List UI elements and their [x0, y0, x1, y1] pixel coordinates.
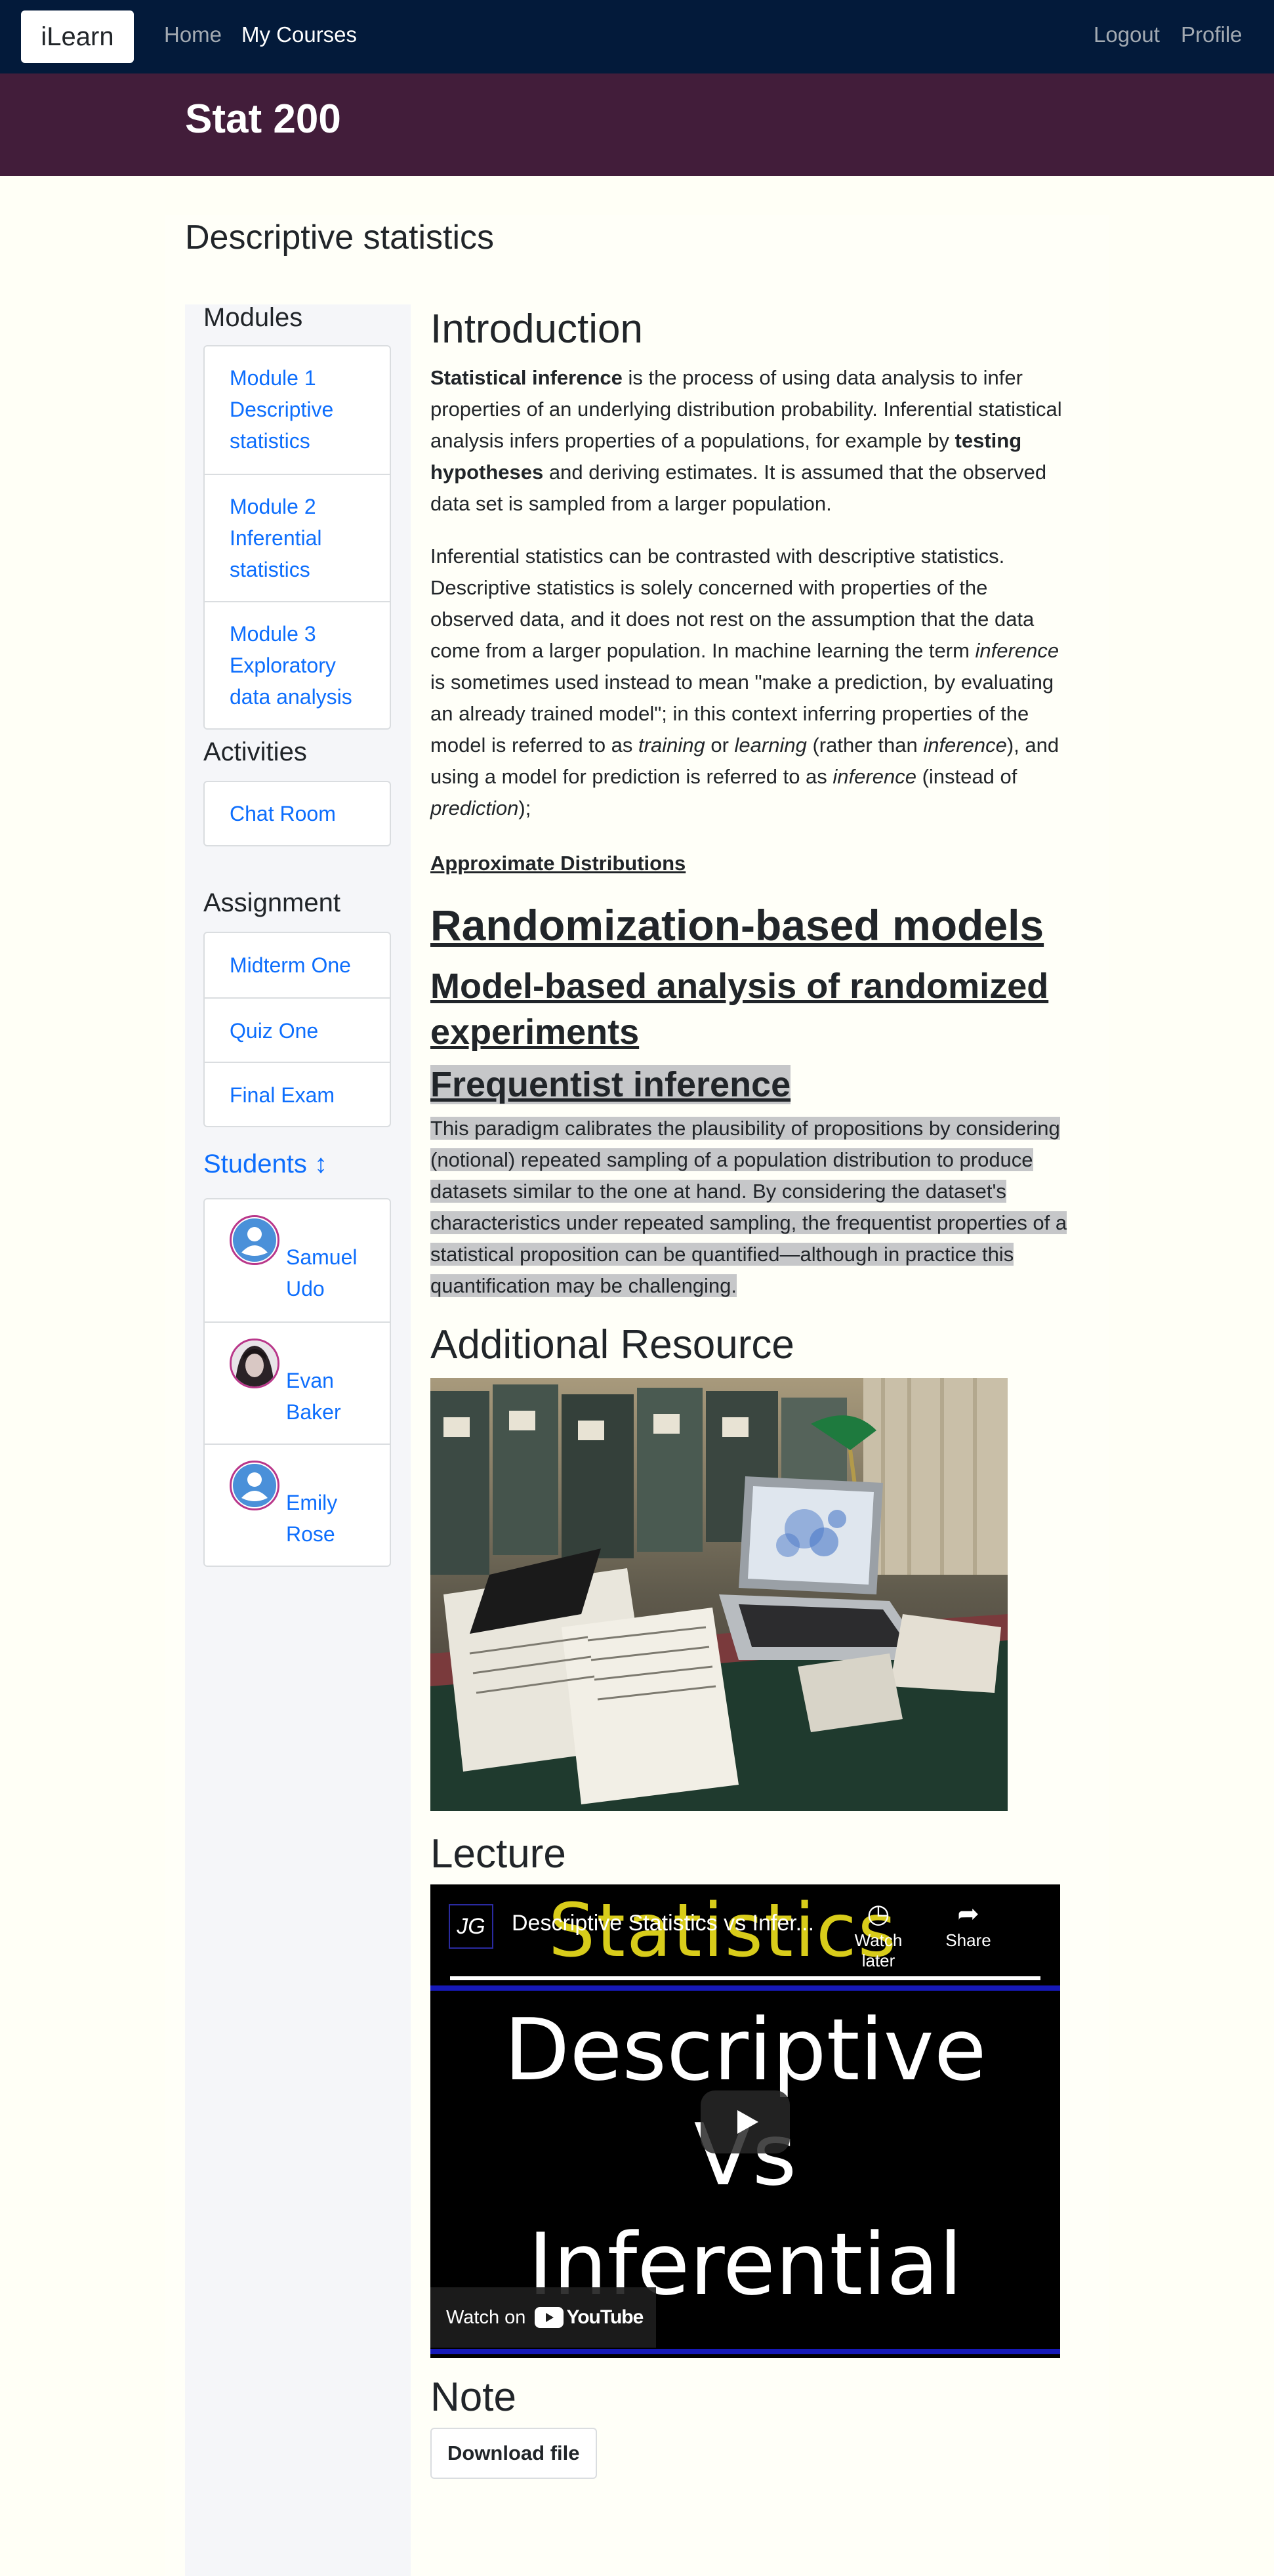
nav-home-link[interactable]: Home	[164, 22, 222, 47]
model-based-link[interactable]: Model-based analysis of randomized exper…	[430, 963, 1073, 1055]
italic-term: training	[638, 734, 705, 757]
students-toggle[interactable]: Students ↕	[203, 1150, 327, 1179]
italic-term: prediction	[430, 797, 519, 820]
lecture-video[interactable]: Statistics JG Descriptive Statistics vs …	[430, 1884, 1060, 2358]
sidebar-item-quiz-one[interactable]: Quiz One	[205, 997, 390, 1062]
share-icon: ➦	[957, 1900, 979, 1928]
share-button[interactable]: ➦ Share	[942, 1898, 995, 1951]
brand-logo[interactable]: iLearn	[21, 10, 134, 63]
sidebar-item-chat-room[interactable]: Chat Room	[205, 782, 390, 845]
student-name: Emily Rose	[286, 1487, 378, 1550]
top-navbar: iLearn Home My Courses Logout Profile	[0, 0, 1274, 73]
student-last-name: Udo	[286, 1277, 325, 1300]
frequentist-link[interactable]: Frequentist inference	[430, 1065, 791, 1104]
intro-paragraph-1: Statistical inference is the process of …	[430, 362, 1073, 520]
nav-my-courses-link[interactable]: My Courses	[241, 22, 357, 47]
page-title: Descriptive statistics	[185, 218, 494, 257]
intro-paragraph-2: Inferential statistics can be contrasted…	[430, 541, 1073, 824]
assignment-heading: Assignment	[203, 888, 340, 917]
student-name: Evan Baker	[286, 1365, 378, 1428]
activities-list: Chat Room	[203, 781, 391, 846]
module-2-line3: statistics	[230, 558, 310, 581]
user-icon	[230, 1215, 279, 1265]
download-file-button[interactable]: Download file	[430, 2428, 597, 2479]
modules-list: Module 1 Descriptive statistics Module 2…	[203, 345, 391, 730]
student-name: Samuel Udo	[286, 1241, 378, 1304]
play-button[interactable]	[701, 2090, 790, 2153]
highlighted-text: This paradigm calibrates the plausibilit…	[430, 1117, 1067, 1297]
student-item[interactable]: Evan Baker	[205, 1321, 390, 1444]
course-title: Stat 200	[185, 96, 341, 142]
students-list: Samuel Udo Evan Baker Emily Rose	[203, 1198, 391, 1567]
module-1-line2: Descriptive	[230, 398, 334, 421]
sidebar-item-midterm-one[interactable]: Midterm One	[205, 933, 390, 997]
text-segment: );	[518, 797, 531, 820]
watch-on-label: Watch on	[446, 2306, 526, 2328]
play-icon	[737, 2110, 758, 2134]
student-first-name: Emily	[286, 1491, 338, 1514]
avatar	[230, 1339, 279, 1388]
italic-term: inference	[832, 765, 916, 788]
italic-term: learning	[734, 734, 807, 757]
resource-heading: Additional Resource	[430, 1322, 794, 1367]
text-segment: or	[705, 734, 735, 757]
module-1-label: Module 1	[230, 366, 316, 390]
randomization-link[interactable]: Randomization-based models	[430, 899, 1073, 951]
text-segment: (rather than	[806, 734, 924, 757]
youtube-logo-icon	[535, 2307, 564, 2328]
sidebar-item-module-1[interactable]: Module 1 Descriptive statistics	[205, 346, 390, 474]
module-3-label: Module 3	[230, 622, 316, 646]
note-heading: Note	[430, 2375, 516, 2420]
student-last-name: Rose	[286, 1522, 335, 1546]
nav-profile-link[interactable]: Profile	[1181, 22, 1243, 47]
frequentist-paragraph: This paradigm calibrates the plausibilit…	[430, 1113, 1073, 1302]
text-segment: Inferential statistics can be contrasted…	[430, 545, 1035, 662]
student-item[interactable]: Emily Rose	[205, 1444, 390, 1566]
student-last-name: Baker	[286, 1400, 341, 1424]
module-3-line3: data analysis	[230, 685, 352, 709]
share-label: Share	[945, 1930, 991, 1950]
student-item[interactable]: Samuel Udo	[205, 1199, 390, 1321]
modules-heading: Modules	[203, 303, 303, 332]
youtube-wordmark: YouTube	[566, 2306, 644, 2328]
module-2-label: Module 2	[230, 495, 316, 518]
student-first-name: Evan	[286, 1369, 334, 1392]
sidebar-item-module-2[interactable]: Module 2 Inferential statistics	[205, 474, 390, 601]
bold-term: Statistical inference	[430, 366, 623, 389]
watch-later-label: Watch later	[854, 1930, 903, 1970]
nav-logout-link[interactable]: Logout	[1094, 22, 1160, 47]
student-first-name: Samuel	[286, 1245, 358, 1269]
course-header: Stat 200	[0, 73, 1274, 176]
user-icon	[230, 1461, 279, 1510]
clock-icon: ◷	[867, 1900, 890, 1928]
video-title[interactable]: Descriptive Statistics vs Infer...	[512, 1911, 814, 1936]
activities-heading: Activities	[203, 737, 307, 766]
main-content: Introduction Statistical inference is th…	[430, 302, 1073, 2479]
module-1-line3: statistics	[230, 429, 310, 453]
assignment-list: Midterm One Quiz One Final Exam	[203, 932, 391, 1127]
sidebar-item-final-exam[interactable]: Final Exam	[205, 1062, 390, 1126]
sidebar-item-module-3[interactable]: Module 3 Exploratory data analysis	[205, 601, 390, 728]
resource-photo	[430, 1378, 1008, 1811]
italic-term: inference	[923, 734, 1007, 757]
lecture-heading: Lecture	[430, 1831, 566, 1877]
watch-later-button[interactable]: ◷ Watch later	[842, 1898, 914, 1971]
intro-heading: Introduction	[430, 306, 643, 352]
text-segment: (instead of	[916, 765, 1017, 788]
italic-term: inference	[975, 639, 1059, 662]
channel-avatar[interactable]: JG	[449, 1904, 493, 1949]
module-2-line2: Inferential	[230, 526, 322, 550]
approximate-distributions-link[interactable]: Approximate Distributions	[430, 852, 686, 875]
watch-on-youtube-button[interactable]: Watch on YouTube	[430, 2287, 656, 2348]
module-3-line2: Exploratory	[230, 654, 336, 677]
video-text-line-1: Descriptive	[504, 2000, 987, 2100]
